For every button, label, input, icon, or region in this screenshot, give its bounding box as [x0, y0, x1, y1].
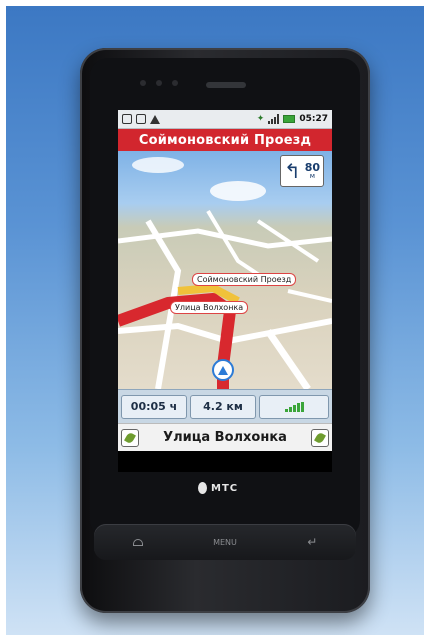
trip-info-bar: 00:05 ч 4.2 км: [118, 389, 332, 423]
mts-egg-icon: [198, 482, 207, 494]
home-button[interactable]: [103, 530, 173, 554]
turn-left-icon: ↰: [284, 159, 301, 183]
next-street-header: Соймоновский Проезд: [118, 129, 332, 151]
map-label-street: Соймоновский Проезд: [192, 273, 297, 286]
left-menu-button[interactable]: [121, 428, 139, 447]
current-position-icon: [212, 359, 234, 381]
gps-status[interactable]: [259, 394, 329, 419]
cloud: [210, 181, 266, 201]
next-street-name: Соймоновский Проезд: [138, 132, 312, 148]
sim-icon: [122, 114, 132, 124]
brand-logo: МТС: [198, 480, 238, 496]
signal-icon: [268, 114, 280, 124]
distance-remaining[interactable]: 4.2 км: [190, 394, 256, 419]
back-button[interactable]: ↵: [277, 530, 347, 554]
warning-icon: [150, 114, 160, 124]
current-street-bar: Улица Волхонка: [118, 423, 332, 451]
leaf-icon: [314, 431, 326, 444]
battery-icon: [283, 115, 296, 123]
road: [265, 329, 311, 389]
right-menu-button[interactable]: [311, 428, 329, 447]
background-frame: ✦ 05:27 Соймоновский Проезд ↰ 80 м Соймо…: [6, 6, 424, 635]
status-time: 05:27: [299, 114, 328, 124]
map-label-street: Улица Волхонка: [170, 301, 249, 314]
gps-signal-icon: [284, 401, 304, 412]
menu-button[interactable]: MENU: [190, 530, 260, 554]
menu-label: MENU: [213, 537, 237, 547]
hardware-buttons: MENU ↵: [94, 524, 356, 560]
sensor-dot: [140, 80, 146, 86]
back-icon: ↵: [307, 535, 318, 549]
phone-device: ✦ 05:27 Соймоновский Проезд ↰ 80 м Соймо…: [80, 48, 370, 613]
sd-card-icon: [136, 114, 146, 124]
status-bar: ✦ 05:27: [118, 110, 332, 129]
time-remaining[interactable]: 00:05 ч: [121, 394, 187, 419]
leaf-icon: [124, 431, 136, 444]
brand-name: МТС: [211, 482, 239, 494]
road: [287, 289, 332, 303]
front-camera: [172, 80, 178, 86]
phone-screen: ✦ 05:27 Соймоновский Проезд ↰ 80 м Соймо…: [118, 110, 332, 472]
turn-distance: 80 м: [305, 162, 320, 180]
current-street-name: Улица Волхонка: [163, 430, 287, 445]
turn-distance-unit: м: [309, 172, 315, 180]
home-icon: [132, 538, 143, 546]
next-turn-panel: ↰ 80 м: [280, 155, 324, 187]
sensor-dot: [156, 80, 162, 86]
map-view[interactable]: ↰ 80 м Соймоновский Проезд Улица Волхонк…: [118, 151, 332, 389]
earpiece-speaker: [206, 82, 246, 88]
cloud: [132, 157, 184, 173]
satellite-icon: ✦: [256, 114, 265, 124]
